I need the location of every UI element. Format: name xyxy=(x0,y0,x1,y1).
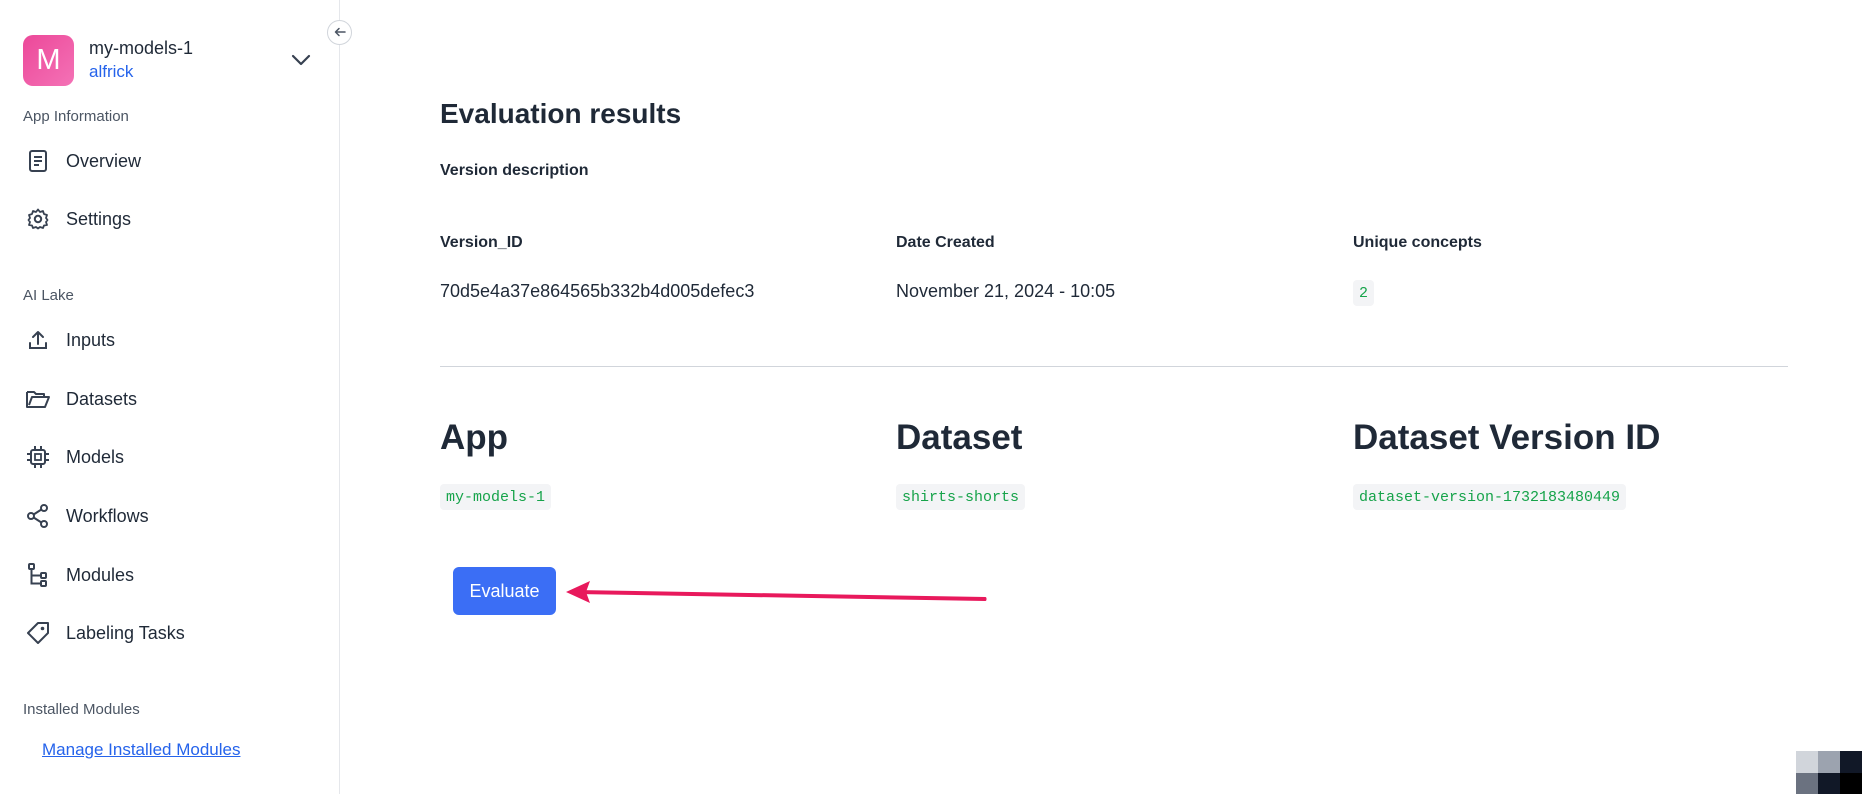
sidebar-item-label: Datasets xyxy=(66,388,138,409)
sidebar-item-label: Settings xyxy=(66,208,132,229)
main-content: Evaluation results Version description V… xyxy=(340,0,1862,794)
app-heading: App xyxy=(440,418,509,457)
section-app-information: App Information xyxy=(23,108,129,125)
folder-icon xyxy=(24,385,52,413)
sidebar-item-label: Workflows xyxy=(66,505,149,526)
app-user-link[interactable]: alfrick xyxy=(89,60,193,84)
app-avatar: M xyxy=(23,34,74,86)
sidebar-item-labeling-tasks[interactable]: Labeling Tasks xyxy=(24,615,314,651)
sidebar-item-workflows[interactable]: Workflows xyxy=(24,498,314,534)
sidebar-item-label: Labeling Tasks xyxy=(66,622,185,643)
sidebar-item-overview[interactable]: Overview xyxy=(24,143,314,179)
sidebar-item-label: Modules xyxy=(66,564,135,585)
version-id-value: 70d5e4a37e864565b332b4d005defec3 xyxy=(440,281,755,301)
manage-installed-modules-link[interactable]: Manage Installed Modules xyxy=(42,740,240,760)
sidebar-item-datasets[interactable]: Datasets xyxy=(24,381,314,417)
app-id-tag: my-models-1 xyxy=(440,484,552,510)
dataset-version-heading: Dataset Version ID xyxy=(1353,418,1661,457)
section-ai-lake: AI Lake xyxy=(23,287,74,304)
dataset-id-tag: shirts-shorts xyxy=(896,484,1026,510)
tag-icon xyxy=(24,619,52,647)
dataset-version-id-tag: dataset-version-1732183480449 xyxy=(1353,484,1627,510)
version-id-label: Version_ID xyxy=(440,234,523,251)
annotation-arrow-icon xyxy=(566,581,990,603)
sidebar-item-inputs[interactable]: Inputs xyxy=(24,322,314,358)
document-icon xyxy=(24,147,52,175)
collapse-sidebar-button[interactable] xyxy=(327,20,352,45)
share-icon xyxy=(24,502,52,530)
date-created-value: November 21, 2024 - 10:05 xyxy=(896,281,1116,301)
evaluate-button[interactable]: Evaluate xyxy=(453,567,556,615)
sidebar-item-label: Inputs xyxy=(66,329,116,350)
app-names: my-models-1 alfrick xyxy=(89,36,193,84)
date-created-label: Date Created xyxy=(896,234,995,251)
gear-icon xyxy=(24,205,52,233)
branch-icon xyxy=(24,561,52,589)
sidebar: M my-models-1 alfrick App Information Ov… xyxy=(0,0,340,794)
sidebar-item-label: Overview xyxy=(66,150,142,171)
page-title: Evaluation results xyxy=(440,98,682,129)
divider xyxy=(440,366,1788,367)
app-switcher[interactable]: M my-models-1 alfrick xyxy=(23,34,313,86)
section-installed-modules: Installed Modules xyxy=(23,701,140,718)
dataset-heading: Dataset xyxy=(896,418,1023,457)
chip-icon xyxy=(24,443,52,471)
sidebar-item-label: Models xyxy=(66,446,125,467)
arrow-left-icon xyxy=(334,24,346,42)
unique-concepts-badge: 2 xyxy=(1353,280,1375,306)
sidebar-item-models[interactable]: Models xyxy=(24,439,314,475)
version-description-label: Version description xyxy=(440,162,589,179)
sidebar-item-settings[interactable]: Settings xyxy=(24,201,314,237)
upload-icon xyxy=(24,326,52,354)
unique-concepts-label: Unique concepts xyxy=(1353,234,1482,251)
corner-artifact xyxy=(1796,751,1862,794)
chevron-down-icon[interactable] xyxy=(289,48,313,72)
sidebar-item-modules[interactable]: Modules xyxy=(24,557,314,593)
app-name: my-models-1 xyxy=(89,38,194,58)
